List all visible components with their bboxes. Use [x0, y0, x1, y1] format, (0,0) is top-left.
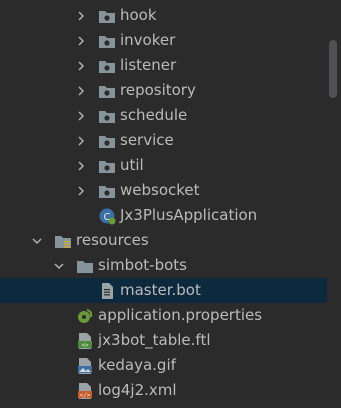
folder-icon — [76, 257, 94, 275]
tree-item-repository[interactable]: repository — [0, 78, 341, 103]
package-folder-icon — [98, 182, 116, 200]
svg-text:</>: </> — [80, 392, 91, 399]
tree-item-schedule[interactable]: schedule — [0, 103, 341, 128]
chevron-down-icon[interactable] — [54, 253, 64, 278]
tree-item-label: hook — [120, 6, 157, 24]
tree-item-label: simbot-bots — [98, 256, 187, 274]
text-file-icon — [98, 282, 116, 300]
chevron-right-icon[interactable] — [76, 53, 86, 78]
template-file-icon: <> — [76, 332, 94, 350]
chevron-right-icon[interactable] — [76, 78, 86, 103]
tree-item-label: invoker — [120, 31, 176, 49]
tree-item-label: service — [120, 131, 174, 149]
tree-item-label: log4j2.xml — [98, 381, 177, 399]
tree-item-label: util — [120, 156, 144, 174]
tree-item-application-properties[interactable]: application.properties — [0, 303, 341, 328]
spring-boot-app-icon: C — [98, 207, 116, 225]
package-folder-icon — [98, 132, 116, 150]
svg-text:<>: <> — [81, 342, 89, 349]
chevron-down-icon[interactable] — [32, 228, 42, 253]
package-folder-icon — [98, 32, 116, 50]
tree-item-label: jx3bot_table.ftl — [98, 331, 211, 349]
tree-item-label: websocket — [120, 181, 200, 199]
package-folder-icon — [98, 57, 116, 75]
spring-properties-icon — [76, 307, 94, 325]
tree-item-log4j2-xml[interactable]: </> log4j2.xml — [0, 378, 341, 403]
tree-item-label: master.bot — [120, 281, 201, 299]
tree-item-simbot-bots[interactable]: simbot-bots — [0, 253, 341, 278]
tree-item-label: Jx3PlusApplication — [120, 206, 258, 224]
tree-item-jx3bot-table-ftl[interactable]: <> jx3bot_table.ftl — [0, 328, 341, 353]
tree-item-label: repository — [120, 81, 196, 99]
resources-folder-icon — [54, 232, 72, 250]
xml-file-icon: </> — [76, 382, 94, 400]
tree-item-master-bot[interactable]: master.bot — [0, 278, 341, 303]
tree-item-label: application.properties — [98, 306, 263, 324]
package-folder-icon — [98, 157, 116, 175]
chevron-right-icon[interactable] — [76, 28, 86, 53]
package-folder-icon — [98, 107, 116, 125]
tree-item-invoker[interactable]: invoker — [0, 28, 341, 53]
tree-item-label: schedule — [120, 106, 188, 124]
scrollbar-thumb[interactable] — [329, 40, 337, 98]
tree-item-websocket[interactable]: websocket — [0, 178, 341, 203]
tree-item-listener[interactable]: listener — [0, 53, 341, 78]
tree-item-label: kedaya.gif — [98, 356, 176, 374]
tree-item-jx3plusapplication[interactable]: C Jx3PlusApplication — [0, 203, 341, 228]
tree-item-hook[interactable]: hook — [0, 3, 341, 28]
chevron-right-icon[interactable] — [76, 103, 86, 128]
vertical-scrollbar[interactable] — [327, 0, 341, 408]
tree-item-service[interactable]: service — [0, 128, 341, 153]
project-tree: hook invoker listener repository schedul… — [0, 0, 341, 408]
tree-item-kedaya-gif[interactable]: kedaya.gif — [0, 353, 341, 378]
tree-item-resources[interactable]: resources — [0, 228, 341, 253]
package-folder-icon — [98, 7, 116, 25]
tree-item-label: resources — [76, 231, 149, 249]
chevron-right-icon[interactable] — [76, 153, 86, 178]
chevron-right-icon[interactable] — [76, 178, 86, 203]
image-file-icon — [76, 357, 94, 375]
chevron-right-icon[interactable] — [76, 128, 86, 153]
tree-item-util[interactable]: util — [0, 153, 341, 178]
chevron-right-icon[interactable] — [76, 3, 86, 28]
tree-item-label: listener — [120, 56, 177, 74]
package-folder-icon — [98, 82, 116, 100]
